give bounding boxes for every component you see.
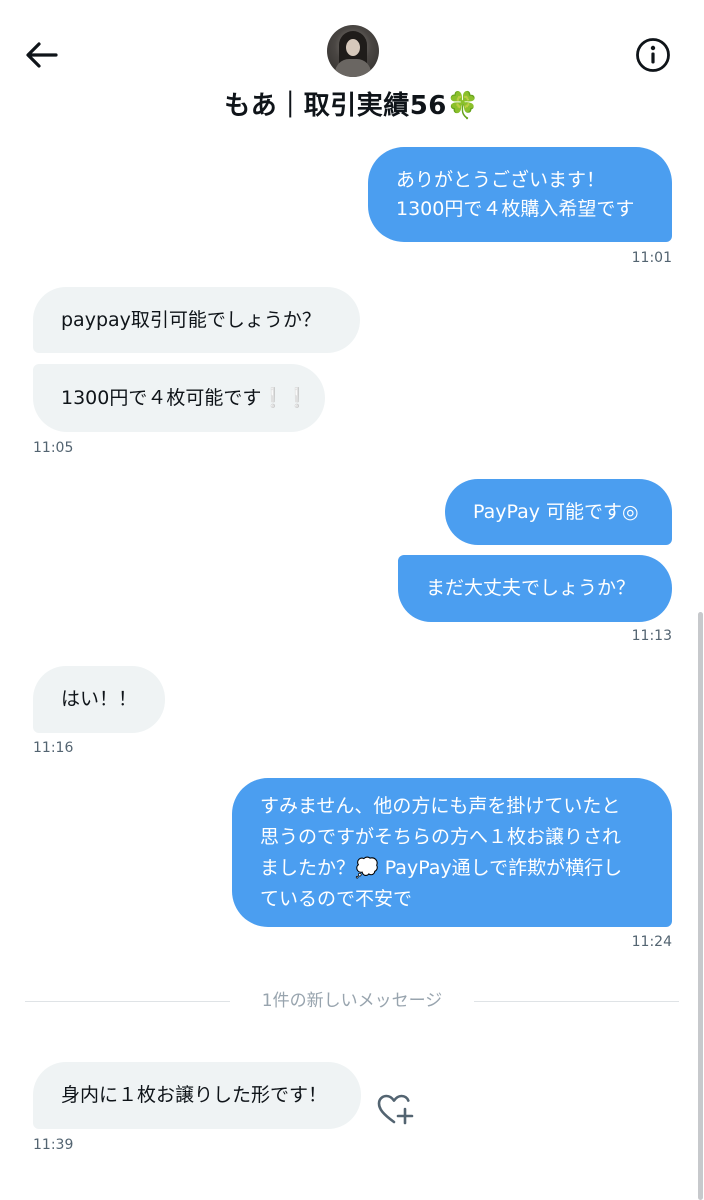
message-line: ましたか？💭 PayPay通しで詐欺が横行し <box>260 856 623 879</box>
message-timestamp: 11:16 <box>33 740 74 756</box>
arrow-left-icon <box>26 42 58 68</box>
message-line: はい！！ <box>61 688 138 710</box>
message-line: まだ大丈夫でしょうか？ <box>426 577 636 599</box>
message-bubble-sent[interactable]: PayPay 可能です◎ <box>445 479 672 545</box>
message-line: 1300円で４枚可能です❕❕ <box>61 386 309 409</box>
info-button[interactable] <box>632 34 674 76</box>
divider-line <box>474 1001 679 1002</box>
contact-name-text: もあ｜取引実績56 <box>224 91 447 121</box>
message-line: ありがとうございます！ <box>396 168 606 191</box>
message-timestamp: 11:05 <box>33 440 74 456</box>
info-circle-icon <box>636 38 670 72</box>
message-bubble-sent[interactable]: まだ大丈夫でしょうか？ <box>398 555 672 622</box>
heart-plus-icon <box>377 1094 414 1125</box>
contact-name[interactable]: もあ｜取引実績56🍀 <box>0 88 704 124</box>
message-timestamp: 11:13 <box>631 628 672 644</box>
message-bubble-sent[interactable]: ありがとうございます！ 1300円で４枚購入希望です <box>368 147 672 242</box>
message-bubble-sent[interactable]: すみません、他の方にも声を掛けていたと 思うのですがそちらの方へ１枚お譲りされ … <box>232 778 672 927</box>
message-line: paypay取引可能でしょうか？ <box>61 308 321 331</box>
message-timestamp: 11:01 <box>631 250 672 266</box>
conversation-header: もあ｜取引実績56🍀 <box>0 0 704 138</box>
divider-line <box>25 1001 230 1002</box>
message-timestamp: 11:39 <box>33 1137 74 1153</box>
add-reaction-button[interactable] <box>376 1092 416 1128</box>
message-line: 1300円で４枚購入希望です <box>396 197 635 220</box>
back-button[interactable] <box>20 34 62 76</box>
scrollbar[interactable] <box>698 612 703 1200</box>
message-bubble-received[interactable]: paypay取引可能でしょうか？ <box>33 287 360 353</box>
message-bubble-received[interactable]: はい！！ <box>33 666 165 733</box>
clover-emoji: 🍀 <box>446 91 480 121</box>
message-line: ているので不安で <box>260 887 413 910</box>
dm-conversation-screen: もあ｜取引実績56🍀 ありがとうございます！ 1300円で４枚購入希望です 11… <box>0 0 704 1200</box>
message-line: PayPay 可能です◎ <box>473 500 639 523</box>
avatar[interactable] <box>327 25 379 77</box>
new-messages-divider: 1件の新しいメッセージ <box>261 991 443 1011</box>
message-line: 身内に１枚お譲りした形です！ <box>61 1084 328 1106</box>
message-timestamp: 11:24 <box>631 934 672 950</box>
message-bubble-received[interactable]: 1300円で４枚可能です❕❕ <box>33 364 325 432</box>
message-line: すみません、他の方にも声を掛けていたと <box>260 794 621 817</box>
message-line: 思うのですがそちらの方へ１枚お譲りされ <box>260 825 622 848</box>
message-bubble-received[interactable]: 身内に１枚お譲りした形です！ <box>33 1062 361 1129</box>
